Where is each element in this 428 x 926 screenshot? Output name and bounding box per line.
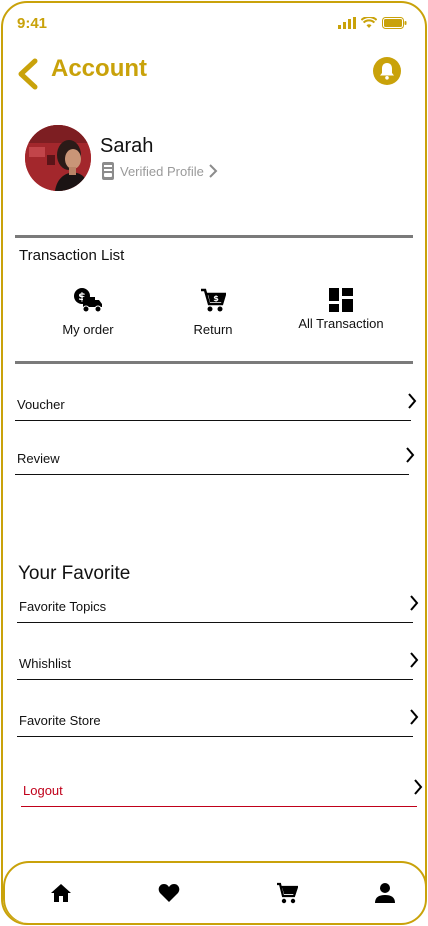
favorite-topics-row[interactable]: Favorite Topics <box>17 589 419 623</box>
review-label: Review <box>17 451 60 466</box>
transaction-list-title: Transaction List <box>19 247 125 264</box>
favorite-store-row[interactable]: Favorite Store <box>17 703 419 737</box>
verified-profile-link[interactable]: Verified Profile <box>100 161 218 181</box>
cart-icon <box>277 882 298 904</box>
chevron-left-icon <box>18 58 38 90</box>
profile-photo <box>25 125 91 191</box>
profile-section: Sarah Verified Profile <box>25 125 405 195</box>
chevron-right-icon <box>414 779 423 795</box>
logout-row[interactable]: Logout <box>21 773 423 807</box>
shopping-cart-icon: $ <box>201 288 226 312</box>
bottom-nav <box>3 861 425 923</box>
wifi-icon <box>361 17 377 28</box>
all-transaction-button[interactable]: All Transaction <box>286 285 396 331</box>
transaction-row: $ My order $ Return All Transaction <box>3 285 425 351</box>
nav-cart-button[interactable] <box>273 879 301 907</box>
logout-label: Logout <box>23 783 63 798</box>
voucher-row[interactable]: Voucher <box>15 387 417 421</box>
svg-text:$: $ <box>213 294 219 303</box>
verified-badge-icon <box>102 162 114 180</box>
chevron-right-icon <box>410 652 419 668</box>
notification-button[interactable] <box>373 57 401 85</box>
bell-icon <box>380 63 394 80</box>
my-order-label: My order <box>62 322 114 337</box>
your-favorite-title: Your Favorite <box>18 563 131 584</box>
nav-favorites-button[interactable] <box>155 879 183 907</box>
profile-name: Sarah <box>100 135 154 157</box>
heart-icon <box>158 884 180 902</box>
page-title: Account <box>51 55 147 82</box>
favorite-topics-label: Favorite Topics <box>19 599 107 614</box>
battery-icon <box>382 17 407 29</box>
nav-profile-button[interactable] <box>371 879 399 907</box>
verified-label: Verified Profile <box>120 163 204 179</box>
home-icon <box>51 884 71 902</box>
status-icons <box>338 17 407 29</box>
phone-frame: 9:41 Account Sarah Verified Profile Tran… <box>1 1 427 925</box>
whishlist-row[interactable]: Whishlist <box>17 646 419 680</box>
my-order-button[interactable]: $ My order <box>33 285 143 337</box>
avatar[interactable] <box>25 125 91 191</box>
favorite-store-label: Favorite Store <box>19 713 101 728</box>
person-icon <box>375 883 395 903</box>
back-button[interactable] <box>15 57 41 90</box>
whishlist-label: Whishlist <box>19 656 72 671</box>
chevron-right-icon <box>410 595 419 611</box>
chevron-right-icon <box>406 447 415 463</box>
status-time: 9:41 <box>17 15 48 32</box>
dashboard-grid-icon <box>329 288 353 312</box>
return-label: Return <box>193 322 233 337</box>
voucher-label: Voucher <box>17 397 65 412</box>
return-button[interactable]: $ Return <box>158 285 268 337</box>
header: Account <box>3 51 425 93</box>
chevron-right-icon <box>410 709 419 725</box>
review-row[interactable]: Review <box>15 441 415 475</box>
all-transaction-label: All Transaction <box>298 316 384 331</box>
divider-top <box>15 235 413 238</box>
status-bar: 9:41 <box>3 3 425 43</box>
divider-bottom <box>15 361 413 364</box>
chevron-right-icon <box>408 393 417 409</box>
signal-icon <box>338 17 356 29</box>
delivery-truck-icon: $ <box>74 288 102 313</box>
chevron-right-icon <box>209 164 218 178</box>
nav-home-button[interactable] <box>47 879 75 907</box>
